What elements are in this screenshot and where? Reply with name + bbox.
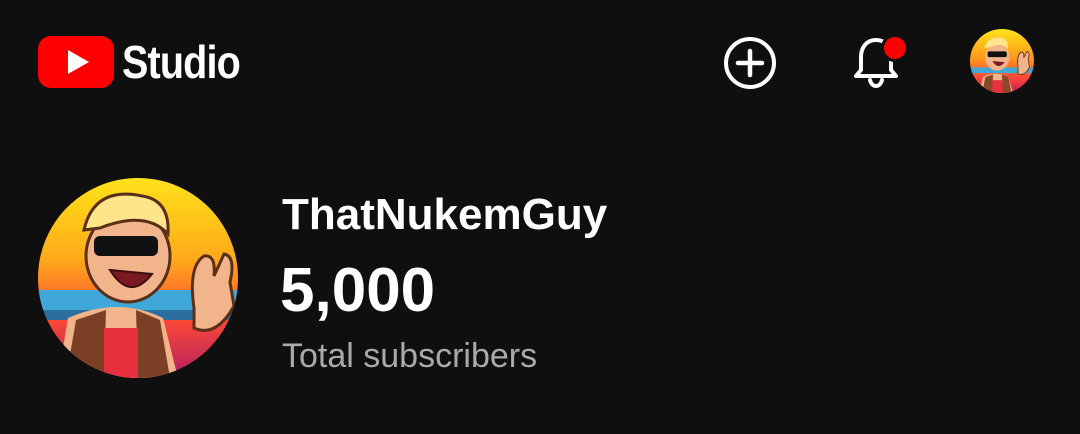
subscriber-count: 5,000 <box>280 256 436 325</box>
top-app-bar: Studio <box>0 0 1080 125</box>
channel-name: ThatNukemGuy <box>282 190 608 239</box>
logo-text: Studio <box>122 36 241 88</box>
youtube-play-logo-icon <box>38 36 114 88</box>
channel-avatar <box>38 178 238 378</box>
account-avatar-image <box>970 29 1034 93</box>
account-avatar-button[interactable] <box>970 29 1034 93</box>
subscriber-count-label: Total subscribers <box>282 337 538 375</box>
create-plus-icon[interactable] <box>720 30 780 90</box>
notification-badge <box>881 34 909 62</box>
youtube-studio-logo[interactable]: Studio <box>38 36 259 88</box>
